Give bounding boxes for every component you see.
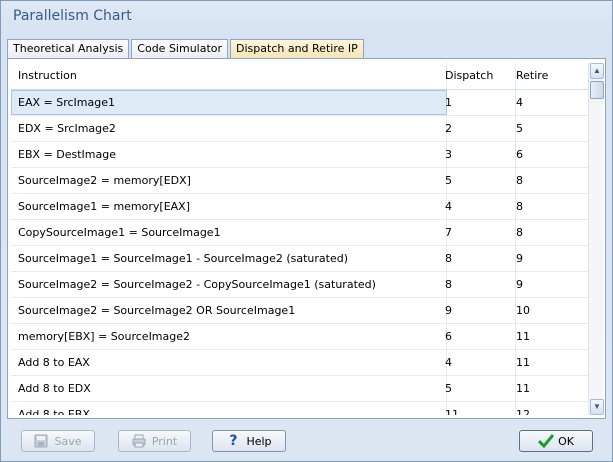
save-button[interactable]: Save bbox=[21, 430, 95, 452]
vertical-scrollbar[interactable]: ▲ ▼ bbox=[588, 63, 604, 415]
table-row[interactable]: SourceImage2 = SourceImage2 - CopySource… bbox=[11, 272, 590, 298]
tab-dispatch-retire-ip[interactable]: Dispatch and Retire IP bbox=[230, 39, 364, 59]
table-row[interactable]: SourceImage1 = SourceImage1 - SourceImag… bbox=[11, 246, 590, 272]
table-row[interactable]: Add 8 to EDX 5 11 bbox=[11, 376, 590, 402]
instruction-cell[interactable]: SourceImage2 = SourceImage2 - CopySource… bbox=[11, 272, 447, 297]
header-instruction[interactable]: Instruction bbox=[11, 63, 447, 89]
table-row[interactable]: EDX = SrcImage2 2 5 bbox=[11, 116, 590, 142]
dispatch-cell[interactable]: 2 bbox=[439, 116, 516, 141]
instruction-cell[interactable]: Add 8 to EAX bbox=[11, 350, 447, 375]
help-button[interactable]: ? Help bbox=[212, 430, 286, 452]
table-row[interactable]: Add 8 to EBX 11 12 bbox=[11, 402, 590, 415]
instruction-cell[interactable]: SourceImage2 = SourceImage2 OR SourceIma… bbox=[11, 298, 447, 323]
printer-icon bbox=[132, 434, 146, 448]
retire-cell[interactable]: 4 bbox=[509, 90, 588, 115]
table-row[interactable]: EBX = DestImage 3 6 bbox=[11, 142, 590, 168]
retire-cell[interactable]: 8 bbox=[509, 168, 588, 193]
table-row[interactable]: Add 8 to EAX 4 11 bbox=[11, 350, 590, 376]
tab-theoretical-analysis[interactable]: Theoretical Analysis bbox=[7, 39, 130, 58]
parallelism-chart-window: Parallelism Chart Theoretical Analysis C… bbox=[0, 0, 613, 462]
dispatch-cell[interactable]: 7 bbox=[439, 220, 516, 245]
help-button-label: Help bbox=[246, 434, 272, 448]
instruction-cell[interactable]: SourceImage1 = SourceImage1 - SourceImag… bbox=[11, 246, 447, 271]
instruction-table[interactable]: Instruction Dispatch Retire EAX = SrcIma… bbox=[11, 63, 590, 415]
dispatch-cell[interactable]: 6 bbox=[439, 324, 516, 349]
instruction-cell[interactable]: Add 8 to EDX bbox=[11, 376, 447, 401]
instruction-cell[interactable]: CopySourceImage1 = SourceImage1 bbox=[11, 220, 447, 245]
dispatch-cell[interactable]: 11 bbox=[439, 402, 516, 415]
ok-button[interactable]: OK bbox=[519, 430, 593, 452]
retire-cell[interactable]: 6 bbox=[509, 142, 588, 167]
dispatch-cell[interactable]: 8 bbox=[439, 272, 516, 297]
instruction-cell[interactable]: Add 8 to EBX bbox=[11, 402, 447, 415]
ok-button-label: OK bbox=[558, 434, 574, 448]
retire-cell[interactable]: 10 bbox=[509, 298, 588, 323]
dispatch-cell[interactable]: 1 bbox=[439, 90, 516, 115]
dispatch-cell[interactable]: 9 bbox=[439, 298, 516, 323]
dispatch-cell[interactable]: 5 bbox=[439, 168, 516, 193]
retire-cell[interactable]: 11 bbox=[509, 350, 588, 375]
print-button-label: Print bbox=[151, 434, 178, 448]
table-row[interactable]: memory[EBX] = SourceImage2 6 11 bbox=[11, 324, 590, 350]
tab-bar: Theoretical Analysis Code Simulator Disp… bbox=[7, 39, 366, 59]
table-row[interactable]: SourceImage2 = SourceImage2 OR SourceIma… bbox=[11, 298, 590, 324]
instruction-cell[interactable]: EDX = SrcImage2 bbox=[11, 116, 447, 141]
retire-cell[interactable]: 8 bbox=[509, 194, 588, 219]
dispatch-cell[interactable]: 4 bbox=[439, 194, 516, 219]
table-row[interactable]: SourceImage2 = memory[EDX] 5 8 bbox=[11, 168, 590, 194]
header-retire[interactable]: Retire bbox=[509, 63, 588, 89]
scroll-down-button[interactable]: ▼ bbox=[590, 399, 604, 415]
table-row[interactable]: SourceImage1 = memory[EAX] 4 8 bbox=[11, 194, 590, 220]
table-header: Instruction Dispatch Retire bbox=[11, 63, 590, 90]
dispatch-cell[interactable]: 3 bbox=[439, 142, 516, 167]
instruction-cell[interactable]: EAX = SrcImage1 bbox=[11, 90, 447, 115]
retire-cell[interactable]: 8 bbox=[509, 220, 588, 245]
tab-panel: Instruction Dispatch Retire EAX = SrcIma… bbox=[7, 58, 606, 419]
save-button-label: Save bbox=[54, 434, 82, 448]
retire-cell[interactable]: 11 bbox=[509, 324, 588, 349]
window-title: Parallelism Chart bbox=[13, 8, 132, 24]
retire-cell[interactable]: 11 bbox=[509, 376, 588, 401]
dispatch-cell[interactable]: 4 bbox=[439, 350, 516, 375]
dispatch-cell[interactable]: 8 bbox=[439, 246, 516, 271]
scroll-up-button[interactable]: ▲ bbox=[590, 63, 604, 79]
dispatch-cell[interactable]: 5 bbox=[439, 376, 516, 401]
print-button[interactable]: Print bbox=[118, 430, 191, 452]
table-row[interactable]: CopySourceImage1 = SourceImage1 7 8 bbox=[11, 220, 590, 246]
table-row[interactable]: EAX = SrcImage1 1 4 bbox=[11, 90, 590, 116]
checkmark-icon bbox=[538, 434, 555, 449]
retire-cell[interactable]: 5 bbox=[509, 116, 588, 141]
tab-code-simulator[interactable]: Code Simulator bbox=[131, 39, 229, 58]
instruction-cell[interactable]: EBX = DestImage bbox=[11, 142, 447, 167]
retire-cell[interactable]: 12 bbox=[509, 402, 588, 415]
header-dispatch[interactable]: Dispatch bbox=[439, 63, 516, 89]
instruction-cell[interactable]: memory[EBX] = SourceImage2 bbox=[11, 324, 447, 349]
question-icon: ? bbox=[229, 433, 238, 449]
instruction-cell[interactable]: SourceImage2 = memory[EDX] bbox=[11, 168, 447, 193]
retire-cell[interactable]: 9 bbox=[509, 246, 588, 271]
retire-cell[interactable]: 9 bbox=[509, 272, 588, 297]
instruction-cell[interactable]: SourceImage1 = memory[EAX] bbox=[11, 194, 447, 219]
floppy-disk-icon bbox=[34, 434, 48, 448]
scroll-thumb[interactable] bbox=[590, 81, 604, 99]
